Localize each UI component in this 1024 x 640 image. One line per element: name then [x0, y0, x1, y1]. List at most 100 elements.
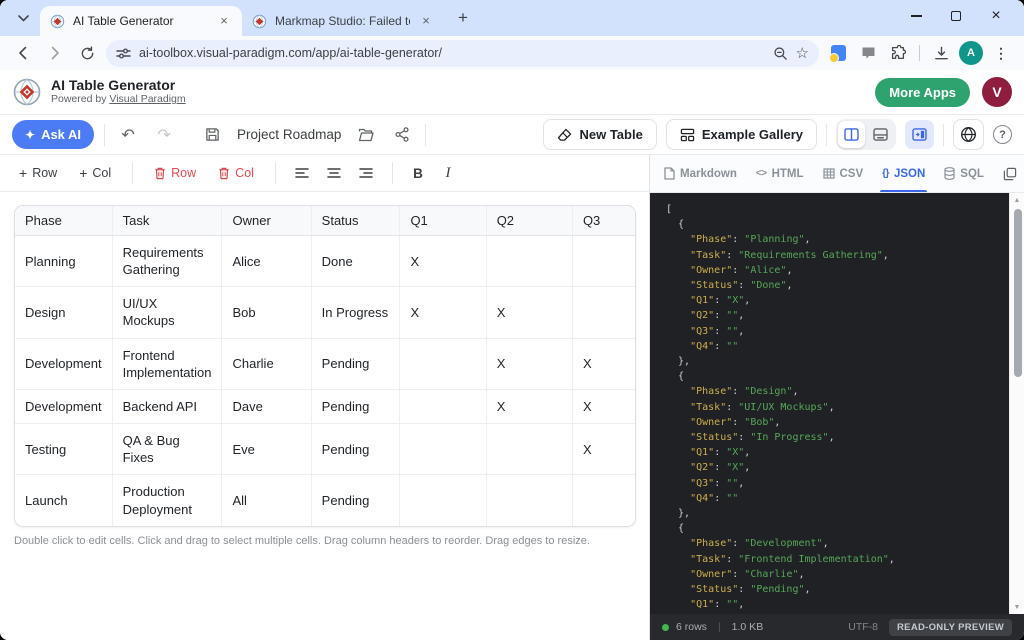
table-cell[interactable]: QA & Bug Fixes	[112, 424, 222, 475]
language-globe-button[interactable]	[953, 119, 984, 150]
table-cell[interactable]: Eve	[222, 424, 311, 475]
table-cell[interactable]: Launch	[15, 475, 112, 526]
table-cell[interactable]: X	[486, 389, 572, 423]
table-cell[interactable]: Charlie	[222, 338, 311, 389]
new-table-button[interactable]: New Table	[543, 119, 656, 150]
table-cell[interactable]: X	[486, 338, 572, 389]
table-cell[interactable]: X	[400, 236, 486, 287]
window-close-button[interactable]: ×	[976, 0, 1016, 32]
add-col-button[interactable]: +Col	[70, 160, 120, 186]
table-cell[interactable]: Frontend Implementation	[112, 338, 222, 389]
forward-button[interactable]	[42, 40, 68, 66]
align-right-button[interactable]	[352, 160, 380, 186]
table-cell[interactable]: X	[572, 389, 635, 423]
table-cell[interactable]: All	[222, 475, 311, 526]
scroll-up-icon[interactable]: ▲	[1014, 193, 1021, 207]
help-button[interactable]: ?	[993, 125, 1012, 144]
table-cell[interactable]: Design	[15, 287, 112, 338]
tab-csv[interactable]: CSV	[823, 155, 864, 192]
window-minimize-button[interactable]	[896, 0, 936, 32]
tab-json[interactable]: {} JSON	[882, 155, 925, 192]
table-cell[interactable]: Pending	[311, 475, 400, 526]
tab-html[interactable]: <> HTML	[756, 155, 804, 192]
zoom-icon[interactable]	[773, 46, 788, 61]
table-cell[interactable]: X	[572, 424, 635, 475]
table-cell[interactable]: Pending	[311, 389, 400, 423]
table-cell[interactable]	[400, 475, 486, 526]
open-folder-button[interactable]	[353, 122, 379, 148]
profile-avatar[interactable]: A	[958, 40, 984, 66]
share-button[interactable]	[389, 122, 415, 148]
column-header[interactable]: Q2	[486, 206, 572, 236]
new-tab-button[interactable]: +	[450, 5, 476, 31]
table-cell[interactable]: Requirements Gathering	[112, 236, 222, 287]
window-maximize-button[interactable]	[936, 0, 976, 32]
annotation-icon[interactable]	[855, 40, 881, 66]
column-header[interactable]: Task	[112, 206, 222, 236]
table-cell[interactable]: UI/UX Mockups	[112, 287, 222, 338]
table-cell[interactable]	[572, 236, 635, 287]
table-cell[interactable]	[400, 338, 486, 389]
reload-button[interactable]	[74, 40, 100, 66]
ask-ai-button[interactable]: ✦ Ask AI	[12, 120, 94, 149]
column-header[interactable]: Phase	[15, 206, 112, 236]
align-center-button[interactable]	[320, 160, 348, 186]
column-header[interactable]: Q3	[572, 206, 635, 236]
table-cell[interactable]: Pending	[311, 424, 400, 475]
site-info-icon[interactable]	[116, 47, 131, 60]
undo-button[interactable]: ↶	[115, 122, 141, 148]
delete-col-button[interactable]: Col	[209, 161, 263, 185]
table-cell[interactable]	[486, 236, 572, 287]
user-avatar[interactable]: V	[982, 77, 1012, 107]
browser-tab-inactive[interactable]: Markmap Studio: Failed to oper ×	[242, 6, 444, 36]
table-cell[interactable]: Planning	[15, 236, 112, 287]
browser-tab-active[interactable]: AI Table Generator ×	[40, 6, 242, 36]
url-bar[interactable]: ai-toolbox.visual-paradigm.com/app/ai-ta…	[106, 40, 819, 67]
table-cell[interactable]: Production Deployment	[112, 475, 222, 526]
table-cell[interactable]: Bob	[222, 287, 311, 338]
tab-close-icon[interactable]: ×	[418, 13, 434, 29]
column-header[interactable]: Q1	[400, 206, 486, 236]
extension-colored-icon[interactable]	[825, 40, 851, 66]
table-cell[interactable]: Dave	[222, 389, 311, 423]
table-cell[interactable]	[486, 475, 572, 526]
scrollbar[interactable]: ▲ ▼	[1009, 193, 1024, 614]
redo-button[interactable]: ↷	[151, 122, 177, 148]
table-cell[interactable]	[572, 475, 635, 526]
bold-button[interactable]: B	[405, 160, 431, 186]
url-text[interactable]: ai-toolbox.visual-paradigm.com/app/ai-ta…	[139, 46, 765, 60]
bookmark-star-icon[interactable]: ☆	[796, 44, 809, 62]
powered-by-link[interactable]: Visual Paradigm	[109, 93, 185, 105]
add-row-button[interactable]: +Row	[10, 160, 66, 186]
document-title[interactable]: Project Roadmap	[237, 127, 341, 142]
tab-search-button[interactable]	[10, 5, 36, 31]
italic-button[interactable]: I	[435, 160, 461, 186]
code-editor[interactable]: [ { "Phase": "Planning", "Task": "Requir…	[650, 193, 1024, 614]
example-gallery-button[interactable]: Example Gallery	[666, 119, 817, 150]
column-header[interactable]: Status	[311, 206, 400, 236]
table-cell[interactable]: X	[486, 287, 572, 338]
back-button[interactable]	[10, 40, 36, 66]
save-button[interactable]	[199, 122, 225, 148]
table-cell[interactable]: Alice	[222, 236, 311, 287]
delete-row-button[interactable]: Row	[145, 161, 205, 185]
browser-menu-icon[interactable]: ⋮	[988, 40, 1014, 66]
more-apps-button[interactable]: More Apps	[875, 78, 970, 107]
table-cell[interactable]: Done	[311, 236, 400, 287]
toggle-side-panel-button[interactable]	[905, 120, 934, 149]
table-cell[interactable]: Testing	[15, 424, 112, 475]
table-cell[interactable]	[486, 424, 572, 475]
table-cell[interactable]: X	[572, 338, 635, 389]
table-cell[interactable]: In Progress	[311, 287, 400, 338]
table-cell[interactable]: X	[400, 287, 486, 338]
table-cell[interactable]: Development	[15, 389, 112, 423]
table-cell[interactable]: Pending	[311, 338, 400, 389]
layout-split-vertical-button[interactable]	[838, 121, 865, 148]
copy-icon[interactable]	[1003, 167, 1017, 181]
table-cell[interactable]	[400, 389, 486, 423]
table-cell[interactable]: Development	[15, 338, 112, 389]
extensions-puzzle-icon[interactable]	[885, 40, 911, 66]
scroll-down-icon[interactable]: ▼	[1014, 600, 1021, 614]
downloads-icon[interactable]	[928, 40, 954, 66]
align-left-button[interactable]	[288, 160, 316, 186]
